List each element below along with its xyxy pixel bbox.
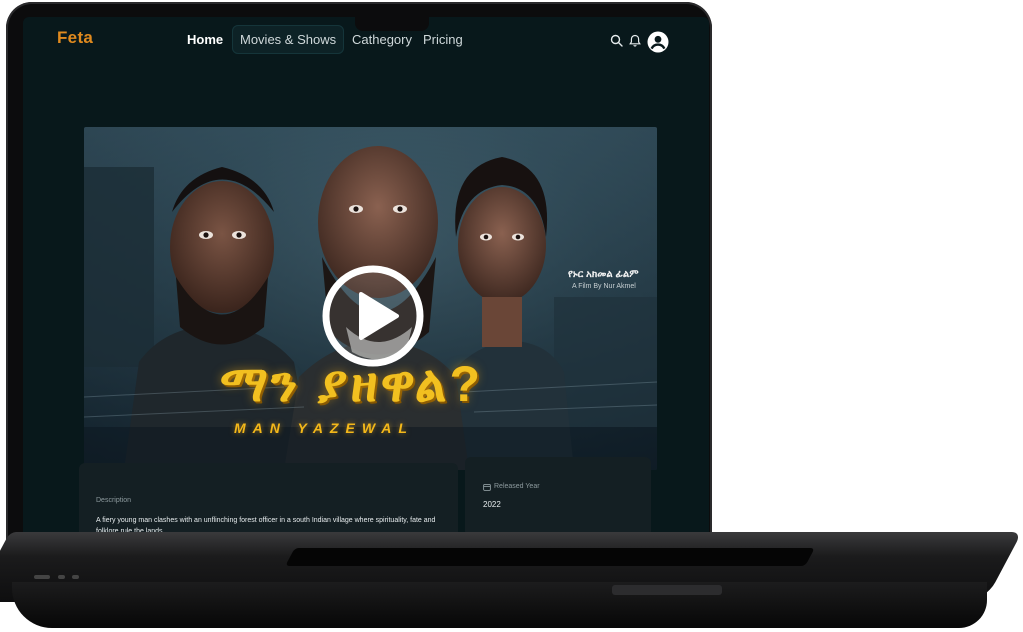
bell-icon[interactable] <box>629 34 641 47</box>
camera-notch <box>355 17 429 31</box>
search-icon[interactable] <box>610 34 623 47</box>
poster-title-english: MAN YAZEWAL <box>234 420 414 436</box>
nav-link-category[interactable]: Cathegory <box>352 32 412 47</box>
description-card: Description A fiery young man clashes wi… <box>79 463 458 533</box>
release-year-label: Released Year <box>494 483 540 490</box>
user-avatar-icon[interactable] <box>647 31 669 53</box>
port-left-1 <box>34 575 50 579</box>
hero-poster[interactable]: የኑር አክመል ፊልም A Film By Nur Akmel ማን ያዘዋል… <box>84 127 657 470</box>
nav-link-pricing[interactable]: Pricing <box>423 32 463 47</box>
release-year-value: 2022 <box>483 500 501 509</box>
brand-logo[interactable]: Feta <box>57 28 93 48</box>
laptop-screen: Feta Home Movies & Shows Cathegory Prici… <box>23 17 709 533</box>
port-left-2 <box>58 575 65 579</box>
description-text: A fiery young man clashes with an unflin… <box>96 517 436 533</box>
laptop-lid: Feta Home Movies & Shows Cathegory Prici… <box>6 2 712 550</box>
description-label: Description <box>96 497 132 504</box>
poster-credit-amharic: የኑር አክመል ፊልም <box>568 269 639 280</box>
trackpad <box>612 585 722 595</box>
nav-link-home[interactable]: Home <box>187 32 223 47</box>
calendar-icon <box>483 483 491 491</box>
release-year-card: Released Year 2022 <box>465 457 651 533</box>
keyboard-well <box>285 548 815 566</box>
poster-credit-english: A Film By Nur Akmel <box>572 283 636 290</box>
play-icon[interactable] <box>321 264 425 368</box>
port-left-3 <box>72 575 79 579</box>
laptop-front-edge <box>12 582 987 628</box>
nav-link-movies-shows[interactable]: Movies & Shows <box>232 25 345 54</box>
